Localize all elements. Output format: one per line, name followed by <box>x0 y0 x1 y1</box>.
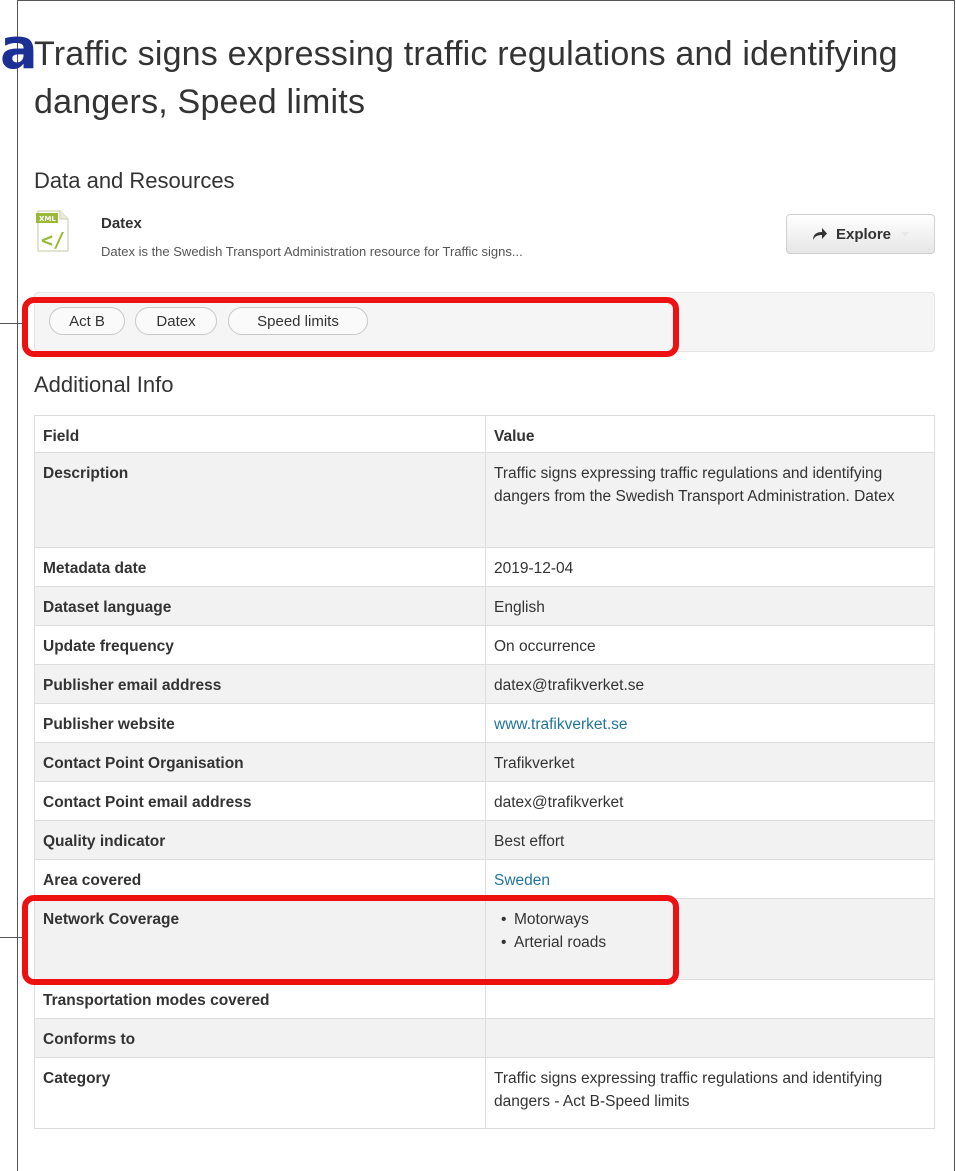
field-name: Contact Point Organisation <box>34 742 486 782</box>
table-row: Transportation modes covered <box>34 979 935 1019</box>
table-row: Area covered Sweden <box>34 859 935 899</box>
table-header-row: Field Value <box>34 415 935 453</box>
explore-button[interactable]: Explore <box>786 214 935 254</box>
field-value: On occurrence <box>485 625 935 665</box>
field-name: Update frequency <box>34 625 486 665</box>
field-value: www.trafikverket.se <box>485 703 935 743</box>
field-value: datex@trafikverket <box>485 781 935 821</box>
field-value: Sweden <box>485 859 935 899</box>
column-header-field: Field <box>34 415 486 453</box>
field-name: Category <box>34 1057 486 1129</box>
table-row: Update frequency On occurrence <box>34 625 935 665</box>
table-row: Publisher website www.trafikverket.se <box>34 703 935 743</box>
field-name: Description <box>34 452 486 548</box>
network-coverage-highlight-box <box>22 895 679 985</box>
additional-info-table: Field Value Description Traffic signs ex… <box>34 415 935 1129</box>
annotation-leader-line <box>0 937 24 938</box>
field-value: English <box>485 586 935 626</box>
table-row: Dataset language English <box>34 586 935 626</box>
publisher-website-link[interactable]: www.trafikverket.se <box>494 716 628 733</box>
field-value <box>485 979 935 1019</box>
field-value: Traffic signs expressing traffic regulat… <box>485 452 935 548</box>
chevron-down-icon <box>901 231 910 237</box>
field-value: 2019-12-04 <box>485 547 935 587</box>
table-row: Publisher email address datex@trafikverk… <box>34 664 935 704</box>
field-name: Conforms to <box>34 1018 486 1058</box>
table-row: Conforms to <box>34 1018 935 1058</box>
table-row: Category Traffic signs expressing traffi… <box>34 1057 935 1129</box>
field-name: Dataset language <box>34 586 486 626</box>
field-value <box>485 1018 935 1058</box>
panel-label: a <box>0 17 38 82</box>
resource-description: Datex is the Swedish Transport Administr… <box>101 244 523 259</box>
explore-label: Explore <box>835 225 892 243</box>
additional-info-heading: Additional Info <box>34 372 174 397</box>
resource-name[interactable]: Datex <box>101 215 142 232</box>
table-row: Contact Point Organisation Trafikverket <box>34 742 935 782</box>
table-row: Metadata date 2019-12-04 <box>34 547 935 587</box>
column-header-value: Value <box>485 415 935 453</box>
resource-item[interactable]: XML </ Datex Datex is the Swedish Transp… <box>34 207 935 267</box>
field-value: Traffic signs expressing traffic regulat… <box>485 1057 935 1129</box>
field-name: Publisher email address <box>34 664 486 704</box>
table-row: Contact Point email address datex@trafik… <box>34 781 935 821</box>
field-value: Best effort <box>485 820 935 860</box>
svg-text:</: </ <box>41 228 65 252</box>
table-row: Quality indicator Best effort <box>34 820 935 860</box>
tags-highlight-box <box>22 297 679 357</box>
field-name: Metadata date <box>34 547 486 587</box>
field-name: Area covered <box>34 859 486 899</box>
field-name: Transportation modes covered <box>34 979 486 1019</box>
svg-text:XML: XML <box>39 215 56 223</box>
table-row: Description Traffic signs expressing tra… <box>34 452 935 548</box>
resources-heading: Data and Resources <box>34 168 235 193</box>
field-name: Publisher website <box>34 703 486 743</box>
field-value: Trafikverket <box>485 742 935 782</box>
page-title: Traffic signs expressing traffic regulat… <box>34 35 898 121</box>
share-arrow-icon <box>812 228 827 240</box>
annotation-leader-line <box>0 323 24 324</box>
xml-file-icon: XML </ <box>36 210 69 252</box>
area-covered-link[interactable]: Sweden <box>494 872 550 889</box>
field-name: Contact Point email address <box>34 781 486 821</box>
field-value: datex@trafikverket.se <box>485 664 935 704</box>
field-name: Quality indicator <box>34 820 486 860</box>
